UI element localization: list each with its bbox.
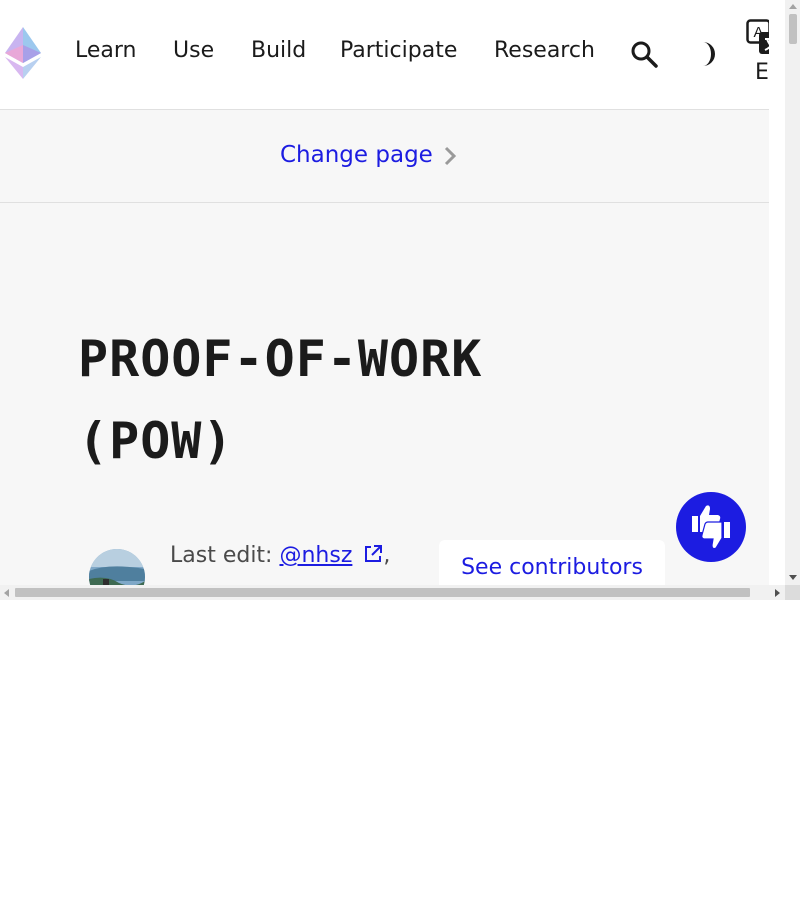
scroll-down-arrow-icon[interactable] [789, 575, 797, 580]
chevron-right-icon [443, 146, 457, 170]
scroll-left-arrow-icon[interactable] [4, 589, 9, 597]
last-edit-prefix: Last edit: [170, 543, 280, 568]
language-label[interactable]: EN [755, 60, 769, 85]
horizontal-scrollbar[interactable] [0, 585, 785, 600]
thumbs-up-down-icon [692, 505, 730, 550]
nav-learn[interactable]: Learn [75, 38, 137, 63]
dark-mode-icon[interactable] [693, 40, 719, 72]
nav-use[interactable]: Use [173, 38, 214, 63]
ethereum-logo-icon[interactable] [5, 27, 41, 79]
translate-icon[interactable]: A [746, 19, 769, 59]
browser-viewport: Learn Use Build Participate Research A E… [0, 0, 800, 600]
search-icon[interactable] [630, 40, 658, 72]
last-edit-author-link[interactable]: @nhsz [279, 543, 352, 568]
page-content: Learn Use Build Participate Research A E… [0, 0, 769, 585]
scroll-right-arrow-icon[interactable] [775, 589, 780, 597]
scrollbar-corner [785, 585, 800, 600]
top-navigation: Learn Use Build Participate Research A E [0, 0, 769, 110]
page-title: Proof-of-work (PoW) [78, 330, 483, 470]
feedback-button[interactable] [676, 492, 746, 562]
external-link-icon[interactable] [363, 544, 383, 570]
nav-participate[interactable]: Participate [340, 38, 457, 63]
last-edit-suffix: , [383, 543, 391, 568]
vertical-scrollbar-thumb[interactable] [789, 14, 797, 44]
avatar [89, 549, 145, 585]
change-page-button[interactable]: Change page [280, 142, 433, 168]
scroll-up-arrow-icon[interactable] [789, 4, 797, 9]
nav-research[interactable]: Research [494, 38, 595, 63]
last-edit-info: Last edit: @nhsz , [170, 543, 390, 570]
see-contributors-button[interactable]: See contributors [439, 540, 665, 585]
vertical-scrollbar[interactable] [785, 0, 800, 585]
horizontal-scrollbar-thumb[interactable] [15, 588, 750, 597]
nav-build[interactable]: Build [251, 38, 306, 63]
